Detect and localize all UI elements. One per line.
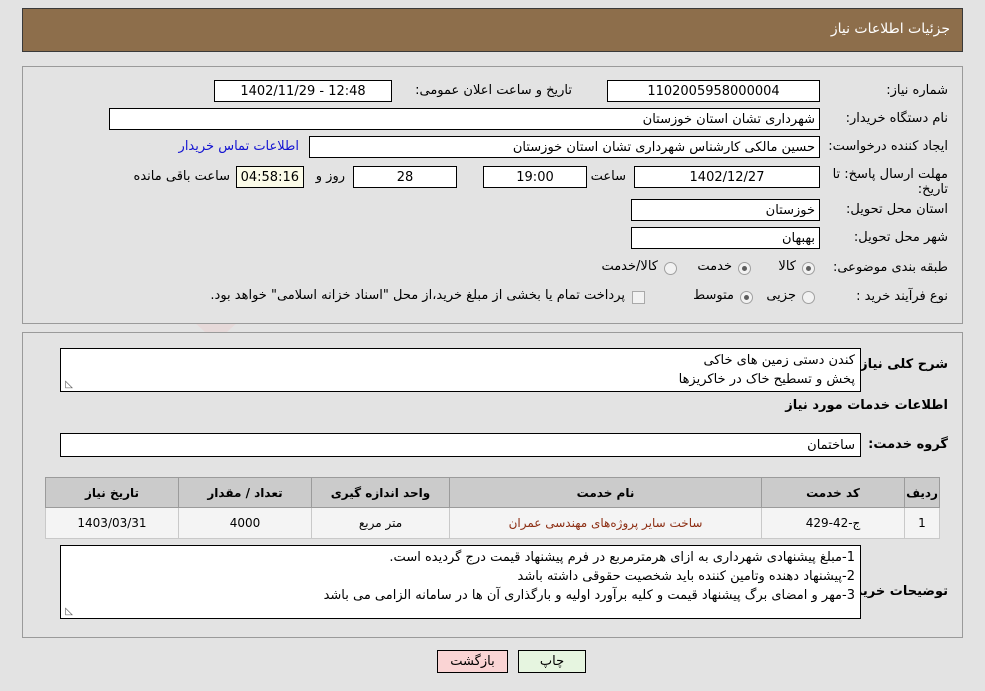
deadline-label: مهلت ارسال پاسخ: تا تاریخ: <box>832 167 948 197</box>
cell-quantity: 4000 <box>178 507 312 539</box>
buyer-contact-link[interactable]: اطلاعات تماس خریدار <box>179 139 299 154</box>
deadline-date-value[interactable]: 1402/12/27 <box>634 166 820 188</box>
cell-unit: متر مربع <box>311 507 450 539</box>
col-quantity: تعداد / مقدار <box>178 477 312 508</box>
col-index: ردیف <box>904 477 940 508</box>
buyer-note-line-1: 1-مبلغ پیشنهادی شهرداری به ازای هرمترمرب… <box>389 550 855 565</box>
cell-need-date: 1403/03/31 <box>45 507 179 539</box>
cell-name: ساخت سایر پروژه‌های مهندسی عمران <box>449 507 762 539</box>
city-label: شهر محل تحویل: <box>853 230 948 245</box>
days-value[interactable]: 28 <box>353 166 457 188</box>
category-label: طبقه بندی موضوعی: <box>832 260 948 275</box>
page-header-bar: جزئیات اطلاعات نیاز <box>22 8 963 52</box>
treasury-bond-checkbox[interactable] <box>632 291 645 304</box>
radio-category-kala[interactable] <box>802 262 815 275</box>
buyer-org-value[interactable]: شهرداری تشان استان خوزستان <box>109 108 820 130</box>
creator-value[interactable]: حسین مالکی کارشناس شهرداری تشان استان خو… <box>309 136 820 158</box>
hour-label: ساعت <box>590 169 626 184</box>
radio-label-motavaset: متوسط <box>693 288 734 303</box>
table-header-row: ردیف کد خدمت نام خدمت واحد اندازه گیری ت… <box>45 477 940 508</box>
creator-label: ایجاد کننده درخواست: <box>828 139 948 154</box>
treasury-bond-label: پرداخت تمام یا بخشی از مبلغ خرید،از محل … <box>210 288 625 303</box>
print-button[interactable]: چاپ <box>518 650 586 673</box>
service-group-label: گروه خدمت: <box>868 437 948 452</box>
announce-label: تاریخ و ساعت اعلان عمومی: <box>415 83 572 98</box>
cell-index: 1 <box>904 507 940 539</box>
col-code: کد خدمت <box>761 477 905 508</box>
table-row[interactable]: 1 ج-42-429 ساخت سایر پروژه‌های مهندسی عم… <box>45 507 940 539</box>
process-label: نوع فرآیند خرید : <box>856 289 948 304</box>
need-number-value[interactable]: 1102005958000004 <box>607 80 820 102</box>
days-suffix-label: روز و <box>315 169 345 184</box>
radio-label-kala-khedmat: کالا/خدمت <box>601 259 658 274</box>
radio-label-khedmat: خدمت <box>697 259 732 274</box>
radio-process-jozii[interactable] <box>802 291 815 304</box>
description-textarea[interactable]: کندن دستی زمین های خاکی پخش و تسطیح خاک … <box>60 348 861 392</box>
city-value[interactable]: بهبهان <box>631 227 820 249</box>
radio-category-khedmat[interactable] <box>738 262 751 275</box>
resize-grip-icon[interactable]: ◺ <box>63 380 73 390</box>
back-button[interactable]: بازگشت <box>437 650 508 673</box>
need-info-panel: شماره نیاز: 1102005958000004 تاریخ و ساع… <box>22 66 963 324</box>
buyer-note-line-2: 2-پیشنهاد دهنده وتامین کننده باید شخصیت … <box>517 569 855 584</box>
services-section-heading: اطلاعات خدمات مورد نیاز <box>785 398 948 413</box>
buyer-org-label: نام دستگاه خریدار: <box>845 111 948 126</box>
service-group-value[interactable]: ساختمان <box>60 433 861 457</box>
province-label: استان محل تحویل: <box>846 202 948 217</box>
resize-grip-icon[interactable]: ◺ <box>63 607 73 617</box>
page-title: جزئیات اطلاعات نیاز <box>830 21 950 37</box>
buyer-note-line-3: 3-مهر و امضای برگ پیشنهاد قیمت و کلیه بر… <box>323 588 855 603</box>
need-number-label: شماره نیاز: <box>886 83 948 98</box>
page-root: AnaTender.net جزئیات اطلاعات نیاز شماره … <box>0 0 985 691</box>
buyer-notes-textarea[interactable]: 1-مبلغ پیشنهادی شهرداری به ازای هرمترمرب… <box>60 545 861 619</box>
description-label: شرح کلی نیاز: <box>854 357 948 372</box>
remaining-suffix-label: ساعت باقی مانده <box>133 169 230 184</box>
announce-value[interactable]: 12:48 - 1402/11/29 <box>214 80 392 102</box>
radio-label-kala: کالا <box>778 259 796 274</box>
col-name: نام خدمت <box>449 477 762 508</box>
radio-category-kala-khedmat[interactable] <box>664 262 677 275</box>
remaining-time-value: 04:58:16 <box>236 166 304 188</box>
services-table: ردیف کد خدمت نام خدمت واحد اندازه گیری ت… <box>45 477 940 539</box>
description-line-2: پخش و تسطیح خاک در خاکریزها <box>678 372 855 387</box>
radio-process-motavaset[interactable] <box>740 291 753 304</box>
description-line-1: کندن دستی زمین های خاکی <box>703 353 855 368</box>
cell-code: ج-42-429 <box>761 507 905 539</box>
province-value[interactable]: خوزستان <box>631 199 820 221</box>
radio-label-jozii: جزیی <box>766 288 796 303</box>
col-unit: واحد اندازه گیری <box>311 477 450 508</box>
hour-value[interactable]: 19:00 <box>483 166 587 188</box>
col-need-date: تاریخ نیاز <box>45 477 179 508</box>
